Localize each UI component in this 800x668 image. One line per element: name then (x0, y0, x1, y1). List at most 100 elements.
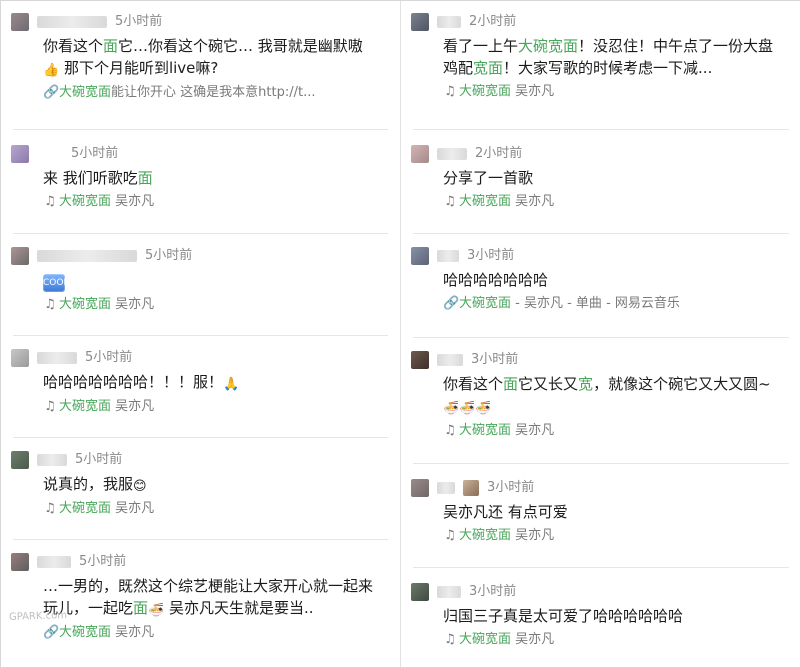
blurred-username (37, 556, 71, 568)
music-note-icon: ♫ (444, 632, 456, 647)
song-title[interactable]: 大碗宽面 (59, 297, 111, 312)
song-title[interactable]: 大碗宽面 (459, 632, 511, 647)
feed-item-meta: 5小时前 (11, 345, 390, 371)
shared-song-link[interactable]: ♫ 大碗宽面 吴亦凡 (443, 83, 783, 101)
post-text: 归国三子真是太可爱了哈哈哈哈哈哈 (443, 605, 778, 627)
highlight-word: 面 (503, 375, 519, 393)
song-title[interactable]: 大碗宽面 (59, 501, 111, 516)
song-title[interactable]: 大碗宽面 (59, 625, 111, 640)
post-text: 你看这个面它又长又宽，就像这个碗它又大又圆~ 🍜🍜🍜 (443, 373, 778, 418)
song-title[interactable]: 大碗宽面 (459, 296, 511, 311)
song-title[interactable]: 大碗宽面 (59, 194, 111, 209)
feed-item-meta: 5小时前 (11, 447, 390, 473)
shared-song-link[interactable]: 🔗大碗宽面 吴亦凡 (43, 624, 383, 642)
feed-item[interactable]: 5小时前 COOL ♫ 大碗宽面 吴亦凡 (1, 243, 400, 333)
avatar[interactable] (411, 145, 429, 163)
blurred-username (437, 250, 459, 262)
song-title[interactable]: 大碗宽面 (459, 194, 511, 209)
post-text: 你看这个面它…你看这个碗它… 我哥就是幽默嗷 👍 那下个月能听到live嘛? (43, 35, 378, 80)
shared-song-link[interactable]: 🔗大碗宽面能让你开心 这确是我本意http://t... (43, 84, 383, 102)
avatar[interactable] (411, 479, 429, 497)
post-text-part: 那下个月能听到live嘛? (59, 59, 219, 77)
feed-item[interactable]: 5小时前 哈哈哈哈哈哈哈！！！服！ 🙏 ♫ 大碗宽面 吴亦凡 (1, 345, 400, 435)
blurred-username (37, 352, 77, 364)
post-text: 哈哈哈哈哈哈哈 (443, 269, 778, 291)
post-text-part: 来 我们听歌吃 (43, 169, 138, 187)
artist-name: 吴亦凡 (515, 84, 555, 99)
artist-name: 吴亦凡 (515, 423, 555, 438)
timestamp: 3小时前 (471, 352, 519, 367)
avatar[interactable] (11, 13, 29, 31)
avatar[interactable] (11, 145, 29, 163)
shared-song-link[interactable]: ♫ 大碗宽面 吴亦凡 (43, 500, 383, 518)
shared-song-link[interactable]: 🔗大碗宽面 - 吴亦凡 - 单曲 - 网易云音乐 (443, 295, 783, 313)
highlight-word: 面 (103, 37, 119, 55)
highlight-word: 面 (133, 599, 149, 617)
shared-song-link[interactable]: ♫ 大碗宽面 吴亦凡 (443, 631, 783, 649)
post-text-part: 说真的，我服 (43, 475, 134, 493)
song-title[interactable]: 大碗宽面 (59, 399, 111, 414)
avatar[interactable] (11, 553, 29, 571)
music-note-icon: ♫ (444, 528, 456, 543)
blurred-username (437, 148, 467, 160)
post-text-part: 哈哈哈哈哈哈哈！！！服！ (43, 373, 224, 391)
feed-item[interactable]: 2小时前 看了一上午大碗宽面！没忍住！中午点了一份大盘鸡配宽面！大家写歌的时候考… (401, 9, 800, 121)
shared-song-link[interactable]: ♫ 大碗宽面 吴亦凡 (443, 193, 783, 211)
divider (413, 337, 789, 338)
post-text: 来 我们听歌吃面 (43, 167, 378, 189)
feed-item[interactable]: 3小时前 归国三子真是太可爱了哈哈哈哈哈哈 ♫ 大碗宽面 吴亦凡 (401, 579, 800, 665)
shared-song-link[interactable]: ♫ 大碗宽面 吴亦凡 (43, 398, 383, 416)
feed-item[interactable]: 5小时前 你看这个面它…你看这个碗它… 我哥就是幽默嗷 👍 那下个月能听到live… (1, 9, 400, 119)
song-title[interactable]: 大碗宽面 (459, 84, 511, 99)
divider (13, 233, 388, 234)
post-text: 说真的，我服😊 (43, 473, 378, 496)
feed-screenshot: 5小时前 你看这个面它…你看这个碗它… 我哥就是幽默嗷👍 那下个月能听到live… (0, 0, 800, 668)
timestamp: 5小时前 (115, 14, 163, 29)
avatar[interactable] (11, 247, 29, 265)
music-note-icon: ♫ (444, 194, 456, 209)
blurred-username (437, 482, 455, 494)
shared-song-link[interactable]: ♫ 大碗宽面 吴亦凡 (443, 422, 783, 440)
feed-item-meta: 5小时前 (11, 141, 390, 167)
post-text-part: 它…你看这个碗它… 我哥就是幽默嗷 (118, 37, 363, 55)
music-note-icon: ♫ (44, 297, 56, 312)
link-icon: 🔗 (43, 625, 60, 640)
highlight-word: 大碗宽面 (518, 37, 579, 55)
avatar[interactable] (11, 451, 29, 469)
feed-item[interactable]: 3小时前 吴亦凡还 有点可爱 ♫ 大碗宽面 吴亦凡 (401, 475, 800, 565)
timestamp: 5小时前 (79, 554, 127, 569)
song-title[interactable]: 大碗宽面 (459, 528, 511, 543)
feed-item-meta: 3小时前 (411, 475, 791, 501)
avatar[interactable] (11, 349, 29, 367)
prayer-emoji: 🙏 (223, 377, 240, 392)
post-text-part: 分享了一首歌 (443, 169, 534, 187)
avatar[interactable] (411, 583, 429, 601)
post-text: 哈哈哈哈哈哈哈！！！服！ 🙏 (43, 371, 378, 394)
feed-item-meta: 5小时前 (11, 243, 390, 269)
song-meta: - 吴亦凡 - 单曲 - 网易云音乐 (515, 296, 680, 311)
blurred-username (437, 586, 461, 598)
smile-emoji: 😊 (133, 479, 147, 494)
artist-name: 吴亦凡 (115, 501, 155, 516)
avatar[interactable] (411, 351, 429, 369)
shared-song-link[interactable]: ♫ 大碗宽面 吴亦凡 (43, 296, 383, 314)
song-title[interactable]: 大碗宽面 (459, 423, 511, 438)
feed-item[interactable]: 2小时前 分享了一首歌 ♫ 大碗宽面 吴亦凡 (401, 141, 800, 231)
shared-song-link[interactable]: ♫ 大碗宽面 吴亦凡 (43, 193, 383, 211)
avatar[interactable] (411, 13, 429, 31)
post-text-part: ，就像这个碗它又大又圆~ (593, 375, 771, 393)
blurred-username (437, 16, 461, 28)
song-title[interactable]: 大碗宽面 (59, 85, 111, 100)
feed-item[interactable]: 5小时前 说真的，我服😊 ♫ 大碗宽面 吴亦凡 (1, 447, 400, 537)
divider (413, 567, 789, 568)
shared-song-link[interactable]: ♫ 大碗宽面 吴亦凡 (443, 527, 783, 545)
feed-item[interactable]: 3小时前 你看这个面它又长又宽，就像这个碗它又大又圆~ 🍜🍜🍜 ♫ 大碗宽面 吴亦凡 (401, 347, 800, 459)
divider (13, 129, 388, 130)
feed-item[interactable]: 3小时前 哈哈哈哈哈哈哈 🔗大碗宽面 - 吴亦凡 - 单曲 - 网易云音乐 (401, 243, 800, 335)
avatar[interactable] (411, 247, 429, 265)
right-feed-column: 2小时前 看了一上午大碗宽面！没忍住！中午点了一份大盘鸡配宽面！大家写歌的时候考… (401, 1, 800, 667)
feed-item-meta: 3小时前 (411, 579, 791, 605)
blurred-username (437, 354, 463, 366)
feed-item[interactable]: 5小时前 来 我们听歌吃面 ♫ 大碗宽面 吴亦凡 (1, 141, 400, 231)
feed-item[interactable]: 5小时前 …一男的，既然这个综艺梗能让大家开心就一起来玩儿，一起吃面🍜 吴亦凡天… (1, 549, 400, 663)
